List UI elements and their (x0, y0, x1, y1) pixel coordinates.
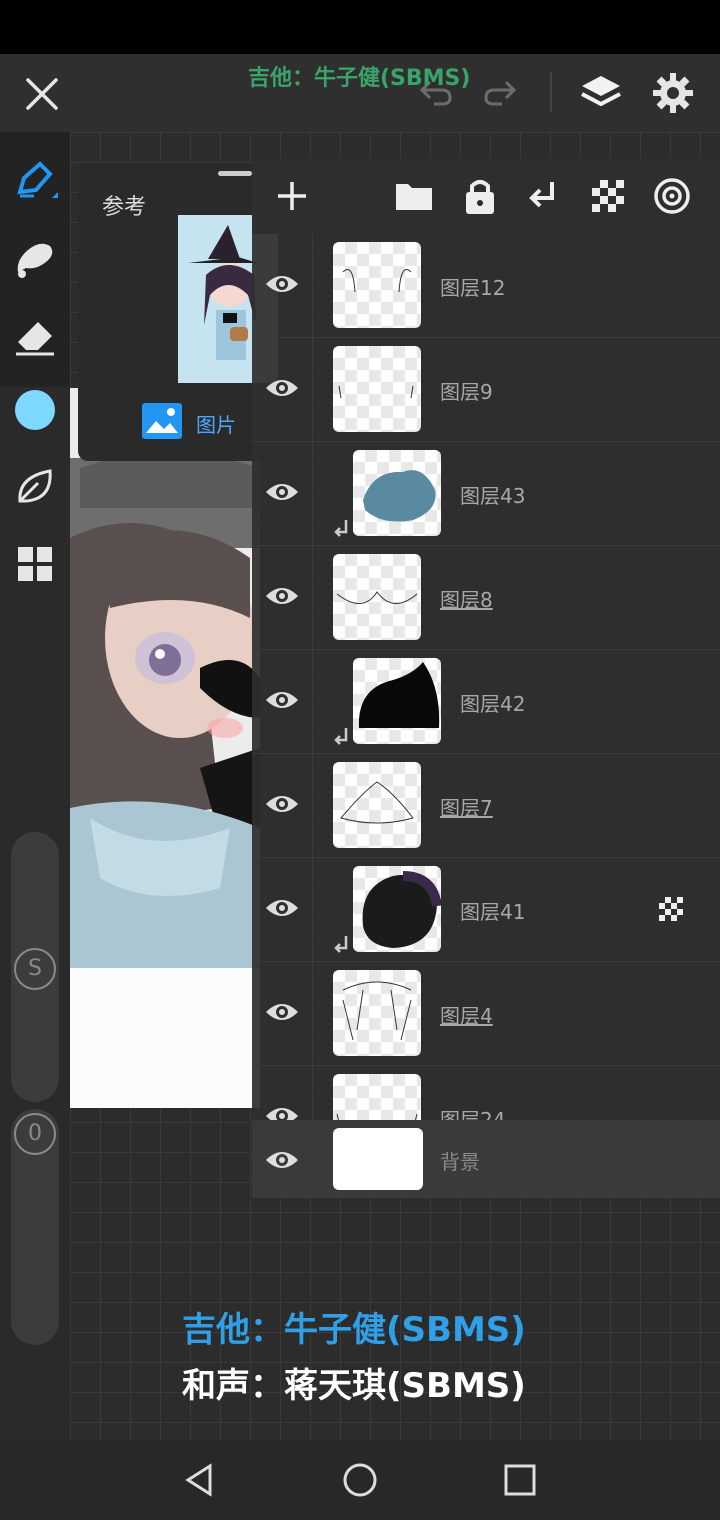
eye-icon[interactable] (264, 1146, 300, 1174)
layer-name: 图层4 (440, 1004, 493, 1028)
layer-row[interactable]: 图层8 (252, 546, 720, 650)
layer-name: 图层12 (440, 276, 506, 300)
layer-row[interactable]: 图层12 (252, 234, 720, 338)
close-icon[interactable] (22, 74, 62, 114)
alpha-lock-icon[interactable] (658, 896, 684, 922)
row-divider (312, 442, 313, 545)
eye-icon[interactable] (264, 998, 300, 1026)
layer-row[interactable]: 图层4 (252, 962, 720, 1066)
layer-thumbnail (353, 450, 441, 536)
layer-name: 图层8 (440, 588, 493, 612)
layers-icon[interactable] (578, 70, 624, 116)
left-toolbar-lower: S 0 (0, 387, 70, 1440)
opacity-slider[interactable]: 0 (11, 1109, 59, 1345)
eye-icon[interactable] (264, 478, 300, 506)
layer-name: 图层42 (460, 692, 526, 716)
eye-icon[interactable] (264, 894, 300, 922)
eye-icon[interactable] (264, 374, 300, 402)
opacity-value: 0 (14, 1113, 56, 1155)
grid-icon[interactable] (12, 541, 58, 587)
checker-icon[interactable] (586, 174, 630, 218)
brush-size-slider[interactable]: S (11, 832, 59, 1102)
layer-thumbnail (333, 554, 421, 640)
add-icon[interactable] (270, 174, 314, 218)
row-divider (312, 234, 313, 337)
system-nav-bar (0, 1440, 720, 1520)
eye-icon[interactable] (264, 270, 300, 298)
layer-name: 图层9 (440, 380, 493, 404)
brush-size-label: S (14, 948, 56, 990)
leaf-icon[interactable] (12, 463, 58, 509)
overlay-lyric-top: 吉他：牛子健(SBMS) (248, 66, 471, 91)
left-toolbar (0, 132, 70, 387)
layer-thumbnail (333, 346, 421, 432)
lock-icon[interactable] (458, 174, 502, 218)
back-icon[interactable] (180, 1460, 220, 1500)
drawing-canvas[interactable] (70, 388, 260, 1108)
row-divider (312, 338, 313, 441)
folder-icon[interactable] (392, 174, 436, 218)
row-divider (312, 546, 313, 649)
layer-thumbnail (333, 1128, 423, 1190)
lyric-line-2: 和声：蒋天琪(SBMS) (182, 1366, 526, 1406)
clip-indicator-icon (334, 520, 348, 537)
status-bar (0, 0, 720, 54)
layer-thumbnail (333, 242, 421, 328)
home-icon[interactable] (340, 1460, 380, 1500)
row-divider (312, 858, 313, 961)
eraser-icon[interactable] (12, 312, 58, 358)
image-button-label[interactable]: 图片 (196, 409, 236, 438)
eye-icon[interactable] (264, 582, 300, 610)
layer-thumbnail (333, 762, 421, 848)
layer-thumbnail (353, 658, 441, 744)
layer-name: 图层43 (460, 484, 526, 508)
layer-thumbnail (353, 866, 441, 952)
lyric-line-1: 吉他：牛子健(SBMS) (182, 1310, 526, 1350)
row-divider (312, 650, 313, 753)
smudge-icon[interactable] (12, 236, 58, 282)
reference-panel: 参考 图片 (78, 163, 278, 461)
pen-icon[interactable] (12, 158, 58, 204)
current-color-swatch[interactable] (15, 390, 55, 430)
redo-icon[interactable] (480, 72, 520, 112)
layer-row[interactable]: 图层41 (252, 858, 720, 962)
eye-icon[interactable] (264, 686, 300, 714)
artwork-illustration (70, 388, 260, 1108)
layer-name: 图层41 (460, 900, 526, 924)
eye-icon[interactable] (264, 790, 300, 818)
layer-row[interactable]: 图层9 (252, 338, 720, 442)
reference-label: 参考 (102, 195, 147, 220)
layer-name: 图层7 (440, 796, 493, 820)
background-layer[interactable]: 背景 (252, 1120, 720, 1198)
recent-icon[interactable] (500, 1460, 540, 1500)
layer-row[interactable]: 图层43 (252, 442, 720, 546)
layers-toolbar (252, 158, 720, 234)
layers-panel: 图层12图层9图层43图层8图层42图层7图层41图层4图层24 背景 (252, 158, 720, 1198)
gear-icon[interactable] (650, 70, 696, 116)
layer-name: 背景 (440, 1150, 480, 1174)
layer-row[interactable]: 图层42 (252, 650, 720, 754)
row-divider (312, 754, 313, 857)
clip-indicator-icon (334, 936, 348, 953)
toolbar-divider (550, 72, 552, 112)
clip-indicator-icon (334, 728, 348, 745)
image-icon[interactable] (140, 401, 184, 441)
row-divider (312, 962, 313, 1065)
layer-thumbnail (333, 970, 421, 1056)
target-icon[interactable] (650, 174, 694, 218)
drag-handle[interactable] (218, 171, 252, 176)
layer-row[interactable]: 图层7 (252, 754, 720, 858)
clip-icon[interactable] (522, 174, 566, 218)
